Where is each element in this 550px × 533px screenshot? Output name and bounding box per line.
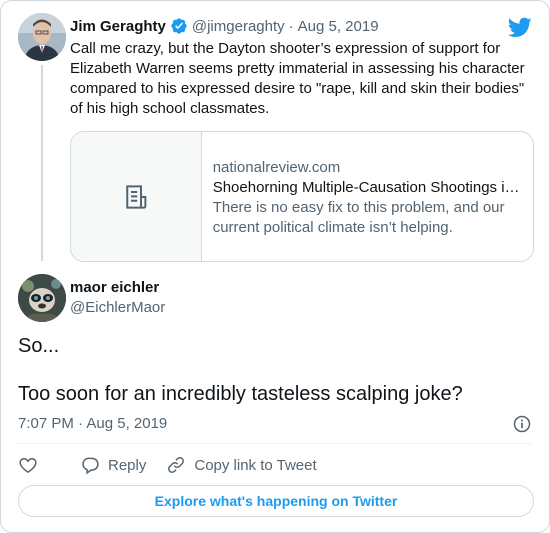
verified-badge-icon <box>171 18 187 34</box>
parent-tweet-text: Call me crazy, but the Dayton shooter’s … <box>70 40 525 117</box>
copy-link-button[interactable]: Copy link to Tweet <box>166 455 317 475</box>
link-icon <box>168 457 185 473</box>
like-button[interactable] <box>18 455 46 475</box>
reply-label: Reply <box>108 456 147 474</box>
link-domain: nationalreview.com <box>212 159 341 176</box>
tweet-timestamp[interactable]: 7:07 PM · Aug 5, 2019 <box>18 415 167 432</box>
reply-author-name[interactable]: maor eichler <box>70 279 159 296</box>
avatar[interactable] <box>18 13 66 61</box>
copy-link-label: Copy link to Tweet <box>194 456 317 474</box>
separator: · <box>288 17 294 35</box>
tweet-actions: Reply Copy link to Tweet <box>18 454 337 476</box>
author-handle[interactable]: @jimgeraghty <box>192 18 285 35</box>
thread-connector-line <box>41 65 43 261</box>
link-card-body: nationalreview.com Shoehorning Multiple-… <box>202 132 533 261</box>
info-icon[interactable] <box>512 414 532 434</box>
heart-icon <box>19 457 37 473</box>
reply-author-handle[interactable]: @EichlerMaor <box>70 299 165 316</box>
link-thumbnail <box>71 132 202 261</box>
reply-tweet-text: So... Too soon for an incredibly tastele… <box>18 335 463 405</box>
reply-bubble-icon <box>82 457 99 475</box>
twitter-logo-icon[interactable] <box>508 15 532 39</box>
link-description: There is no easy fix to this problem, an… <box>212 199 505 236</box>
parent-tweet-header: Jim Geraghty @jimgeraghty · Aug 5, 2019 <box>70 16 379 36</box>
divider <box>18 443 532 444</box>
tweet-date[interactable]: Aug 5, 2019 <box>298 18 379 35</box>
link-title: Shoehorning Multiple-Causation Shootings… <box>212 179 520 196</box>
link-preview-card[interactable]: nationalreview.com Shoehorning Multiple-… <box>70 131 534 262</box>
explore-twitter-button[interactable]: Explore what's happening on Twitter <box>18 485 534 517</box>
embedded-tweet-card: Jim Geraghty @jimgeraghty · Aug 5, 2019 … <box>0 0 550 533</box>
article-icon <box>126 184 147 209</box>
author-name[interactable]: Jim Geraghty <box>70 18 166 35</box>
reply-button[interactable]: Reply <box>80 455 146 475</box>
avatar[interactable] <box>18 274 66 322</box>
